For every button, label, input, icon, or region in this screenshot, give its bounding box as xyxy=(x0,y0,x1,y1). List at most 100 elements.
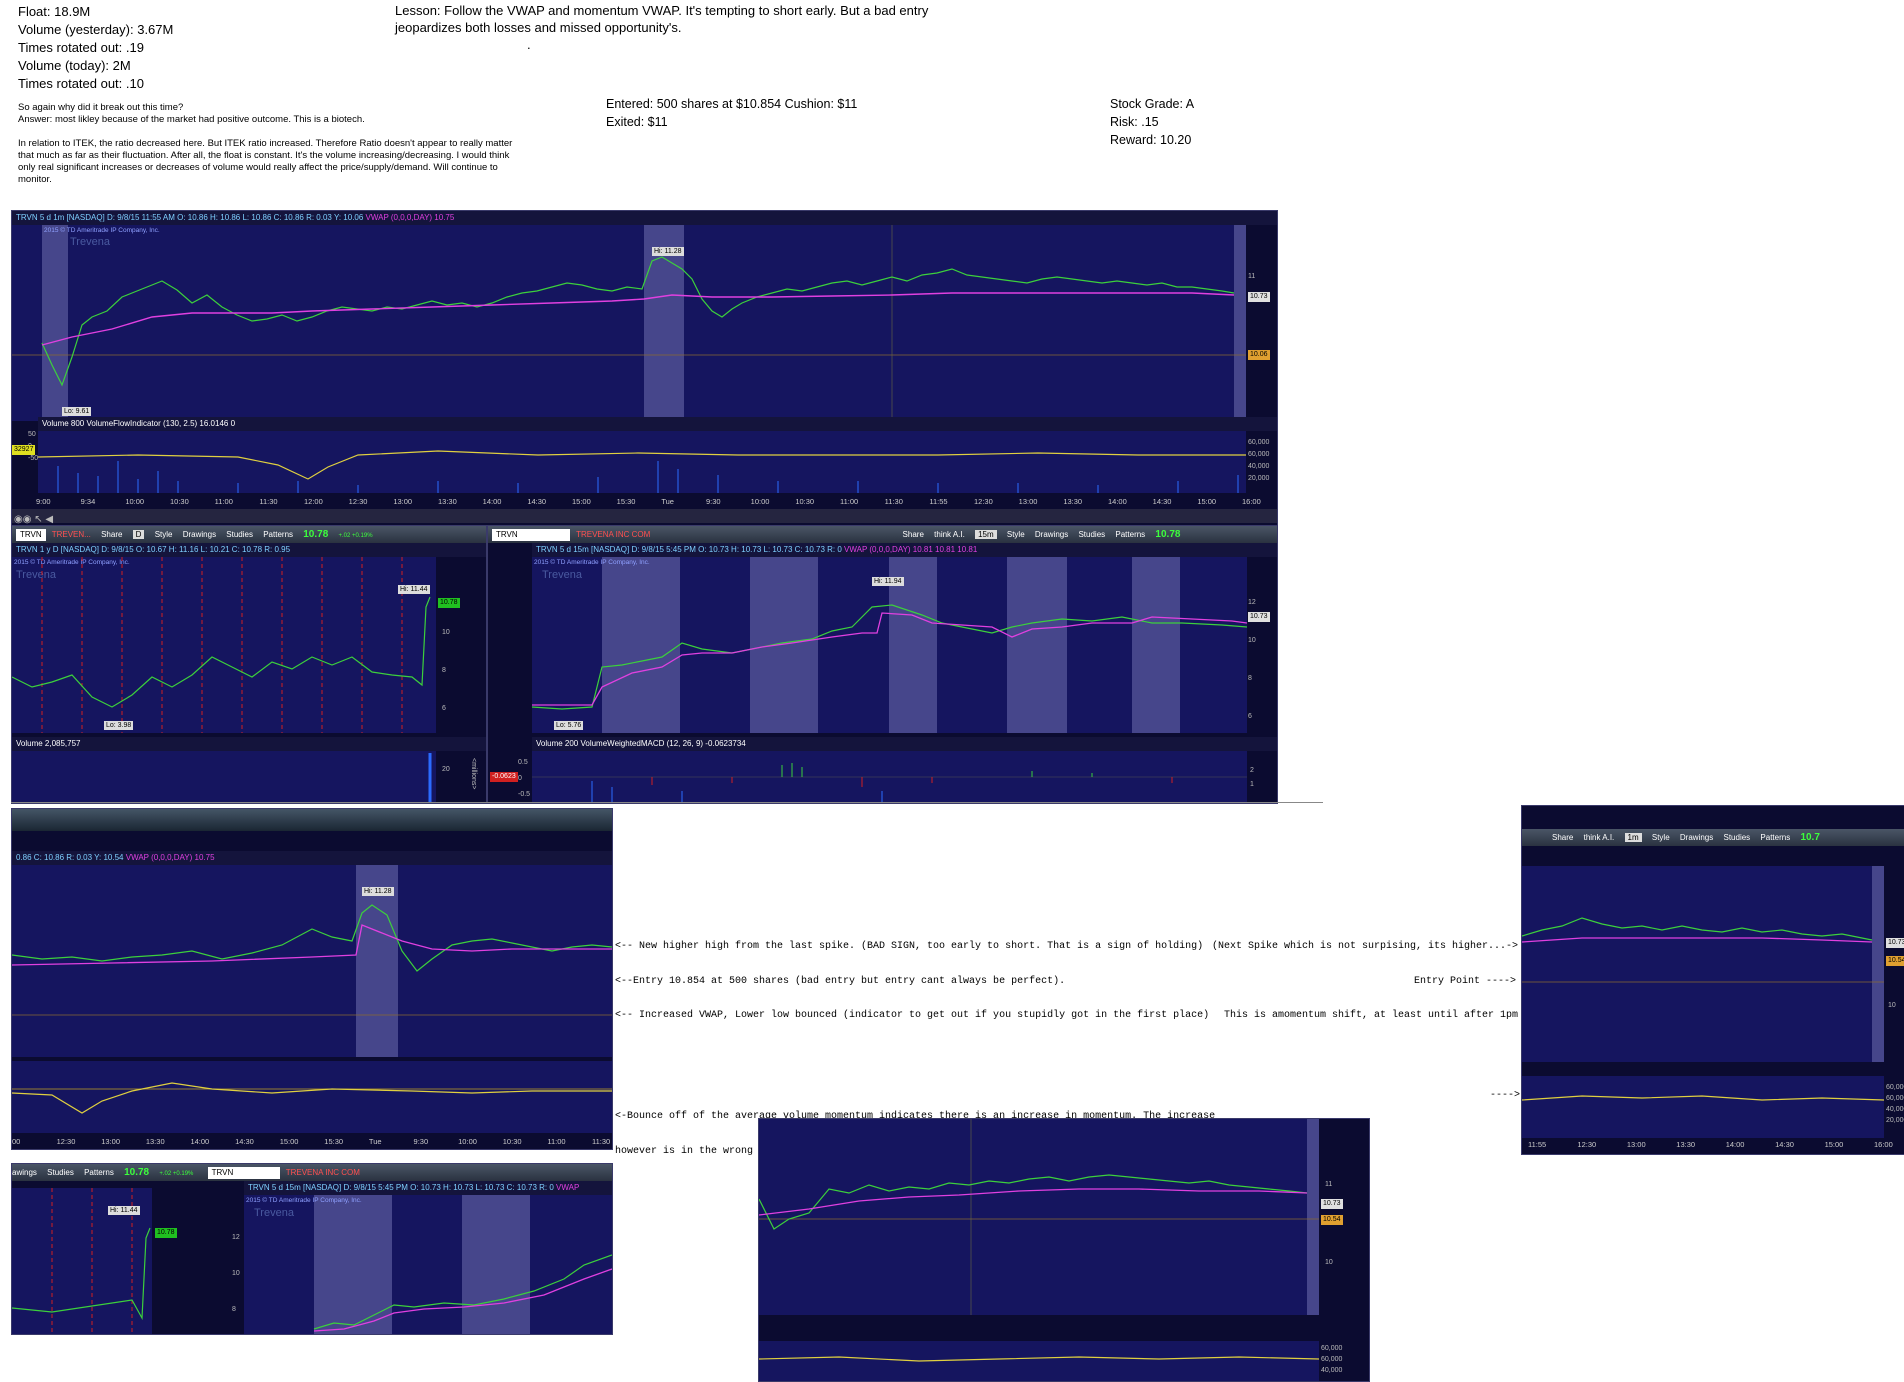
studies-button[interactable]: Studies xyxy=(226,530,253,539)
daily-volume-plot[interactable] xyxy=(12,751,436,803)
time-tick-label: 11:00 xyxy=(547,1137,566,1146)
bottom-axis-10: 10 xyxy=(1325,1259,1333,1266)
zoom-volume-plot[interactable] xyxy=(12,1061,612,1133)
drawings-button[interactable]: awings xyxy=(12,1168,37,1177)
right-price-plot[interactable] xyxy=(1522,866,1884,1062)
style-button[interactable]: Style xyxy=(1007,530,1025,539)
last-price-tag: 10.78 xyxy=(438,598,460,608)
note-question: So again why did it break out this time? xyxy=(18,102,184,113)
symbol-input[interactable]: TRVN xyxy=(207,1167,280,1179)
studies-button[interactable]: Studies xyxy=(1078,530,1105,539)
time-tick-label: 11:30 xyxy=(884,497,903,506)
time-tick-label: 9:34 xyxy=(80,497,96,506)
last-price-tag: 10.73 xyxy=(1321,1199,1343,1209)
intraday-axis: 12 10 8 6 xyxy=(1248,599,1256,720)
bottom-chart-panel: 10.73 10.54 11 10 60,000 60,000 40,000 xyxy=(758,1118,1370,1382)
lo-label: Lo: 5.76 xyxy=(554,721,584,730)
right-volume-plot[interactable] xyxy=(1522,1076,1884,1138)
time-tick-label: 13:00 xyxy=(393,497,413,506)
small-intraday-plot[interactable]: 2015 © TD Ameritrade IP Company, Inc. Tr… xyxy=(244,1195,612,1334)
time-tick-label: 10:30 xyxy=(502,1137,522,1146)
period-button[interactable]: D xyxy=(132,530,145,539)
period-button[interactable]: 1m xyxy=(1624,833,1642,842)
small-intraday-header: TRVN 5 d 15m [NASDAQ] D: 9/8/15 5:45 PM … xyxy=(244,1181,612,1195)
patterns-button[interactable]: Patterns xyxy=(84,1168,114,1177)
annotation-entry-point: Entry Point ----> xyxy=(1414,975,1517,987)
time-tick-label: 9:30 xyxy=(706,497,721,506)
style-button[interactable]: Style xyxy=(155,530,173,539)
note-answer: Answer: most likley because of the marke… xyxy=(18,114,365,125)
volume-flow-tag: 32927 xyxy=(12,445,36,455)
intraday-price-plot[interactable]: 2015 © TD Ameritrade IP Company, Inc. Tr… xyxy=(532,557,1247,733)
time-tick-label: 12:30 xyxy=(348,497,368,506)
reward-value: Reward: 10.20 xyxy=(1110,133,1192,147)
symbol-input[interactable]: TRVN xyxy=(16,529,46,541)
annotation-arrow: ----> xyxy=(1490,1090,1521,1101)
daily-vol-unit: <millions> xyxy=(470,758,477,790)
studies-button[interactable]: Studies xyxy=(47,1168,74,1177)
price-series-line xyxy=(41,256,1235,387)
daily-price-svg xyxy=(12,557,431,733)
price-change: +.02 +0.19% xyxy=(338,533,373,539)
zoom-header: 0.86 C: 10.86 R: 0.03 Y: 10.54 VWAP (0,0… xyxy=(12,851,612,865)
last-price: 10.7 xyxy=(1800,832,1820,843)
macd-header: Volume 200 VolumeWeightedMACD (12, 26, 9… xyxy=(532,737,1277,751)
share-button[interactable]: Share xyxy=(101,530,122,539)
right-vol-axis: 60,00060,00040,00020,000 xyxy=(1886,1084,1904,1124)
bottom-volume-plot[interactable] xyxy=(759,1341,1319,1381)
time-tick-label: 12:30 xyxy=(56,1137,76,1146)
style-button[interactable]: Style xyxy=(1652,833,1670,842)
scrollbar[interactable]: ◉◉ ↖ ◀ xyxy=(12,509,1277,525)
time-tick-label: 11:00 xyxy=(214,497,233,506)
macd-plot[interactable] xyxy=(532,751,1247,803)
time-tick-label: 10:30 xyxy=(170,497,189,506)
patterns-button[interactable]: Patterns xyxy=(263,530,293,539)
time-tick-label: 12:30 xyxy=(1577,1140,1597,1149)
small-axis: 12 10 8 xyxy=(232,1234,240,1313)
think-ai-button[interactable]: think A.I. xyxy=(934,530,965,539)
symbol-input[interactable]: TRVN xyxy=(492,529,570,541)
rotated-out-stat: Times rotated out: .19 xyxy=(18,40,144,55)
note-paragraph-line: only real significant increases or decre… xyxy=(18,162,498,173)
zoom-chart-panel: 0.86 C: 10.86 R: 0.03 Y: 10.54 VWAP (0,0… xyxy=(11,808,613,1150)
share-button[interactable]: Share xyxy=(903,530,924,539)
price-axis-11: 11 xyxy=(1248,273,1256,280)
line-price-tag: 10.54 xyxy=(1321,1215,1343,1225)
drawings-button[interactable]: Drawings xyxy=(183,530,216,539)
stock-grade: Stock Grade: A xyxy=(1110,97,1195,111)
drawings-button[interactable]: Drawings xyxy=(1680,833,1713,842)
studies-button[interactable]: Studies xyxy=(1723,833,1750,842)
line-price-tag: 10.06 xyxy=(1248,350,1270,360)
patterns-button[interactable]: Patterns xyxy=(1115,530,1145,539)
zoom-svg xyxy=(12,904,612,1016)
small-daily-plot[interactable]: Hi: 11.44 xyxy=(12,1188,152,1334)
right-time-axis: 11:55 12:30 13:00 13:30 14:00 14:30 15:00 16:00 xyxy=(1522,1138,1904,1152)
last-price: 10.78 xyxy=(303,529,329,540)
bottom-price-plot[interactable] xyxy=(759,1119,1319,1315)
patterns-button[interactable]: Patterns xyxy=(1760,833,1790,842)
main-price-plot[interactable]: 2015 © TD Ameritrade IP Company, Inc. Tr… xyxy=(12,225,1246,421)
note-paragraph-line: monitor. xyxy=(18,174,52,185)
float-stat: Float: 18.9M xyxy=(18,4,91,19)
daily-chart-panel: TRVN TREVEN... Share D Style Drawings St… xyxy=(11,525,487,804)
zoom-in-icon[interactable]: ◉◉ ↖ ◀ xyxy=(14,514,53,525)
annotation-right-block: (Next Spike which is not surpising, its … xyxy=(1212,918,1518,1033)
drawings-button[interactable]: Drawings xyxy=(1035,530,1068,539)
period-button[interactable]: 15m xyxy=(975,530,997,539)
right-chart-panel: Share think A.I. 1m Style Drawings Studi… xyxy=(1521,805,1904,1155)
time-tick-label: 14:00 xyxy=(1108,497,1127,506)
volume-header: Volume 800 VolumeFlowIndicator (130, 2.5… xyxy=(38,417,1277,431)
zoom-price-plot[interactable]: Hi: 11.28 xyxy=(12,865,612,1057)
notes-block: So again why did it break out this time?… xyxy=(18,102,558,186)
time-tick-label: 14:30 xyxy=(1152,497,1172,506)
time-tick-label: Tue xyxy=(368,1137,382,1146)
share-button[interactable]: Share xyxy=(1552,833,1573,842)
daily-price-plot[interactable]: 2015 © TD Ameritrade IP Company, Inc. Tr… xyxy=(12,557,436,733)
think-ai-button[interactable]: think A.I. xyxy=(1584,833,1615,842)
annotation-momentum: This is amomentum shift, at least until … xyxy=(1224,1010,1519,1021)
zoom-time-axis: 00 12:30 13:00 13:30 14:00 14:30 15:00 15:30 Tue… xyxy=(12,1135,612,1149)
grade-block: Stock Grade: A Risk: .15 Reward: 10.20 xyxy=(1110,95,1194,149)
volume-plot[interactable] xyxy=(38,431,1246,493)
divider-line xyxy=(11,802,1323,803)
time-tick-label: 12:00 xyxy=(304,497,323,506)
